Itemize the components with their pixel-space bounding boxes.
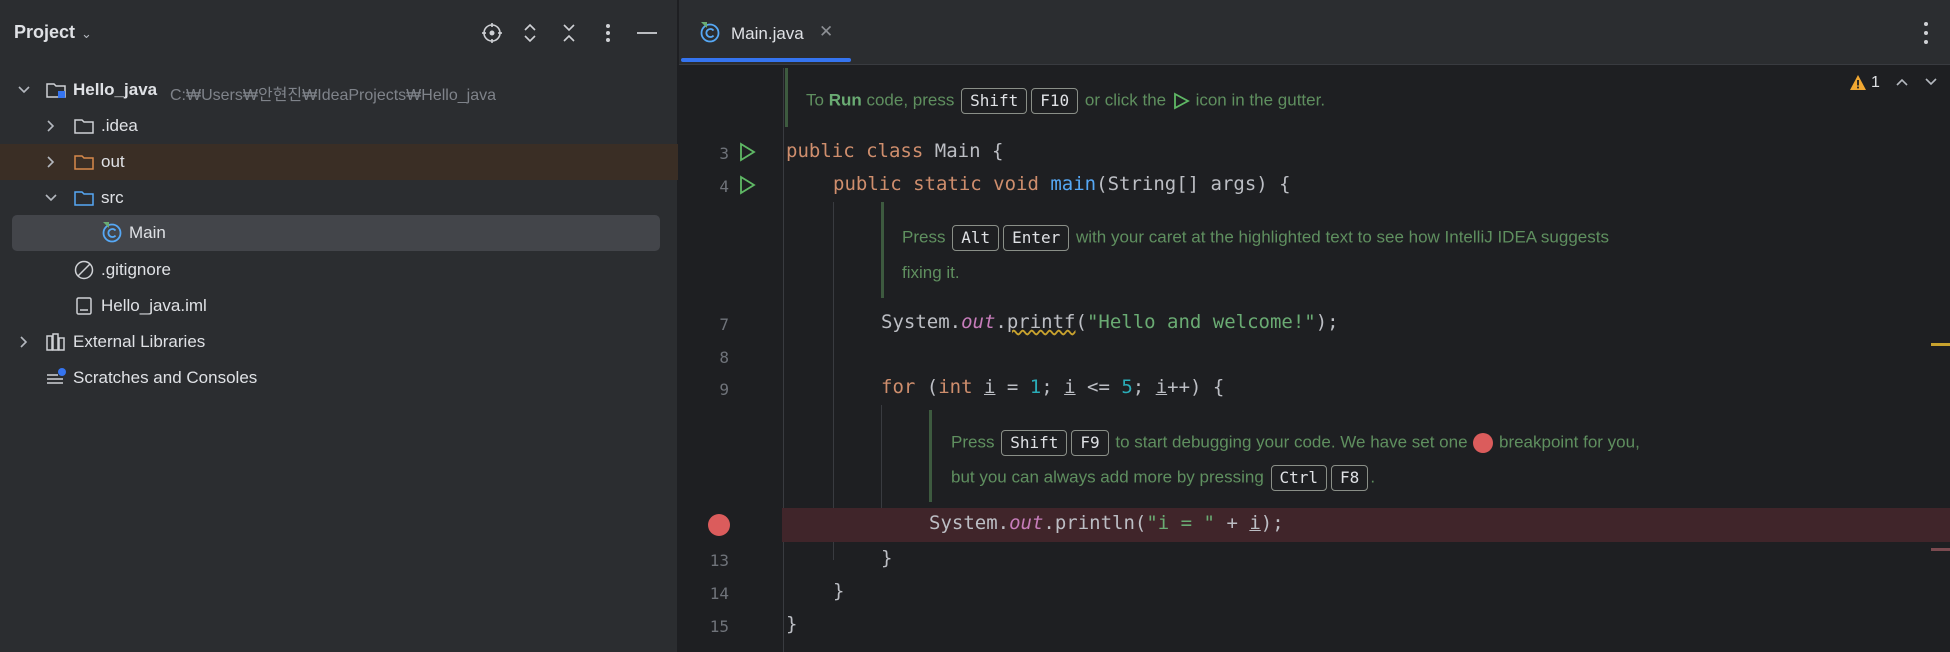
gutter-divider: [783, 68, 784, 652]
chevron-right-icon[interactable]: [44, 117, 58, 135]
java-class-icon: [700, 22, 720, 43]
project-view-selector[interactable]: Project ⌄: [14, 22, 92, 43]
tree-item-scratches[interactable]: Scratches and Consoles: [0, 360, 678, 396]
line-number: 7: [719, 315, 729, 334]
key-f8: F8: [1331, 465, 1369, 491]
code-line-14[interactable]: }: [833, 580, 844, 602]
doc-comment-debug-line2: but you can always add more by pressing …: [951, 465, 1375, 491]
module-path: C:₩Users₩안현진₩IdeaProjects₩Hello_java: [170, 87, 496, 104]
code-line-13[interactable]: }: [881, 547, 892, 569]
chevron-right-icon[interactable]: [17, 333, 31, 351]
tree-item-iml[interactable]: Hello_java.iml: [0, 288, 678, 324]
tree-item-label: .gitignore: [101, 260, 171, 279]
warning-icon: [1850, 75, 1866, 90]
chevron-down-icon[interactable]: [17, 81, 31, 99]
line-number: 9: [719, 380, 729, 399]
chevron-down-icon: ⌄: [81, 26, 92, 41]
warning-count: 1: [1871, 74, 1880, 91]
collapse-all-icon[interactable]: [555, 19, 583, 47]
folder-icon: [74, 119, 94, 134]
doc-comment-alt-enter-line2: fixing it.: [902, 263, 960, 282]
breakpoint-stripe-mark[interactable]: [1931, 548, 1950, 551]
tree-item-src[interactable]: src: [0, 180, 678, 216]
tree-item-label: .idea: [101, 116, 138, 135]
doc-comment-run: To Run code, press Shift F10 or click the…: [806, 88, 1325, 114]
tree-item-hello-java[interactable]: Hello_java C:₩Users₩안현진₩IdeaProjects₩Hel…: [0, 72, 678, 108]
project-panel: Project ⌄ Hello_java C:₩Users₩안현진₩IdeaPr…: [0, 0, 678, 652]
chevron-down-icon[interactable]: [44, 189, 58, 207]
key-ctrl: Ctrl: [1270, 465, 1328, 491]
more-icon[interactable]: [594, 19, 622, 47]
indent-guide: [833, 202, 834, 560]
libraries-icon: [46, 333, 65, 351]
close-icon[interactable]: ✕: [819, 22, 833, 42]
key-f9: F9: [1071, 430, 1109, 456]
tree-item-label: src: [101, 188, 124, 207]
breakpoint-icon[interactable]: [708, 514, 730, 536]
chevron-right-icon[interactable]: [44, 153, 58, 171]
key-shift: Shift: [961, 88, 1028, 114]
key-enter: Enter: [1003, 225, 1070, 251]
excluded-folder-icon: [74, 155, 94, 170]
breakpoint-icon: [1473, 433, 1494, 453]
code-line-7[interactable]: System.out.printf("Hello and welcome!");: [881, 311, 1339, 333]
tree-item-label: Hello_java: [73, 80, 158, 99]
doc-comment-bar: [785, 68, 788, 127]
key-f10: F10: [1031, 88, 1079, 114]
run-icon[interactable]: [737, 175, 757, 195]
doc-comment-debug: Press Shift F9 to start debugging your co…: [951, 430, 1640, 456]
tree-item-external-libraries[interactable]: External Libraries: [0, 324, 678, 360]
java-class-icon: [102, 222, 122, 243]
tree-item-label: Scratches and Consoles: [73, 368, 258, 387]
scratches-icon: [47, 368, 66, 384]
tree-item-label: Main: [129, 223, 166, 242]
tree-item-label: Hello_java.iml: [101, 296, 207, 315]
project-panel-header: Project ⌄: [0, 0, 678, 68]
next-highlight-icon[interactable]: [1924, 74, 1938, 90]
code-line-12[interactable]: System.out.println("i = " + i);: [929, 512, 1284, 534]
code-line-9[interactable]: for (int i = 1; i <= 5; i++) {: [881, 376, 1224, 398]
iml-file-icon: [76, 297, 92, 315]
doc-comment-bar: [881, 202, 884, 298]
tree-item-gitignore[interactable]: .gitignore: [0, 252, 678, 288]
expand-all-icon[interactable]: [516, 19, 544, 47]
editor: Main.java ✕ 1 To Run code, press Shift F1…: [679, 0, 1950, 652]
tab-label: Main.java: [731, 24, 804, 43]
inspection-widget[interactable]: 1: [1849, 74, 1880, 92]
key-shift: Shift: [1001, 430, 1068, 456]
run-icon[interactable]: [737, 142, 757, 162]
tree-item-label: out: [101, 152, 125, 171]
doc-comment-alt-enter: Press Alt Enter with your caret at the hi…: [902, 225, 1609, 251]
code-line-15[interactable]: }: [786, 613, 797, 635]
tree-item-idea[interactable]: .idea: [0, 108, 678, 144]
key-alt: Alt: [952, 225, 1000, 251]
tree-item-label: External Libraries: [73, 332, 206, 351]
locate-icon[interactable]: [478, 19, 506, 47]
line-number: 8: [719, 348, 729, 367]
previous-highlight-icon[interactable]: [1895, 74, 1909, 90]
hide-icon[interactable]: [633, 19, 661, 47]
warning-stripe-mark[interactable]: [1931, 343, 1950, 346]
line-number: 13: [709, 551, 729, 570]
code-line-4[interactable]: public static void main(String[] args) {: [833, 173, 1291, 195]
doc-comment-bar: [929, 410, 932, 502]
editor-tab-bar: Main.java ✕: [679, 0, 1950, 65]
module-folder-icon: [46, 83, 66, 98]
line-number: 3: [719, 144, 729, 163]
project-title: Project: [14, 22, 76, 42]
source-folder-icon: [74, 191, 94, 206]
run-icon: [1173, 92, 1190, 110]
more-icon[interactable]: [1916, 22, 1936, 44]
line-number: 15: [709, 617, 729, 636]
line-number: 14: [709, 584, 729, 603]
ignore-file-icon: [74, 260, 94, 280]
code-line-3[interactable]: public class Main {: [786, 140, 1003, 162]
tree-item-main[interactable]: Main: [12, 215, 660, 251]
tree-item-out[interactable]: out: [0, 144, 678, 180]
line-number: 4: [719, 177, 729, 196]
active-tab-indicator: [681, 58, 851, 62]
tab-main-java[interactable]: Main.java ✕: [679, 0, 851, 64]
